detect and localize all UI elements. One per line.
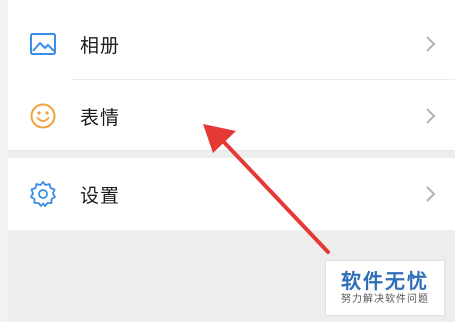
menu-item-stickers[interactable]: 表情 — [8, 80, 455, 152]
menu-item-settings[interactable]: 设置 — [8, 158, 455, 230]
menu-item-label: 设置 — [80, 184, 121, 207]
chevron-right-icon — [425, 185, 437, 203]
chevron-right-icon — [425, 35, 437, 53]
gear-icon — [28, 179, 58, 209]
menu-item-label: 相册 — [80, 34, 121, 57]
menu-item-label: 表情 — [80, 106, 121, 129]
chevron-right-icon — [425, 107, 437, 125]
photo-album-icon — [28, 29, 58, 59]
menu-item-album[interactable]: 相册 — [8, 8, 455, 80]
watermark-subtitle: 努力解决软件问题 — [341, 294, 429, 305]
watermark-logo: 软件无忧 努力解决软件问题 — [325, 260, 445, 316]
smiley-face-icon — [28, 101, 58, 131]
watermark-title: 软件无忧 — [341, 269, 429, 293]
left-background-strip — [0, 0, 8, 322]
